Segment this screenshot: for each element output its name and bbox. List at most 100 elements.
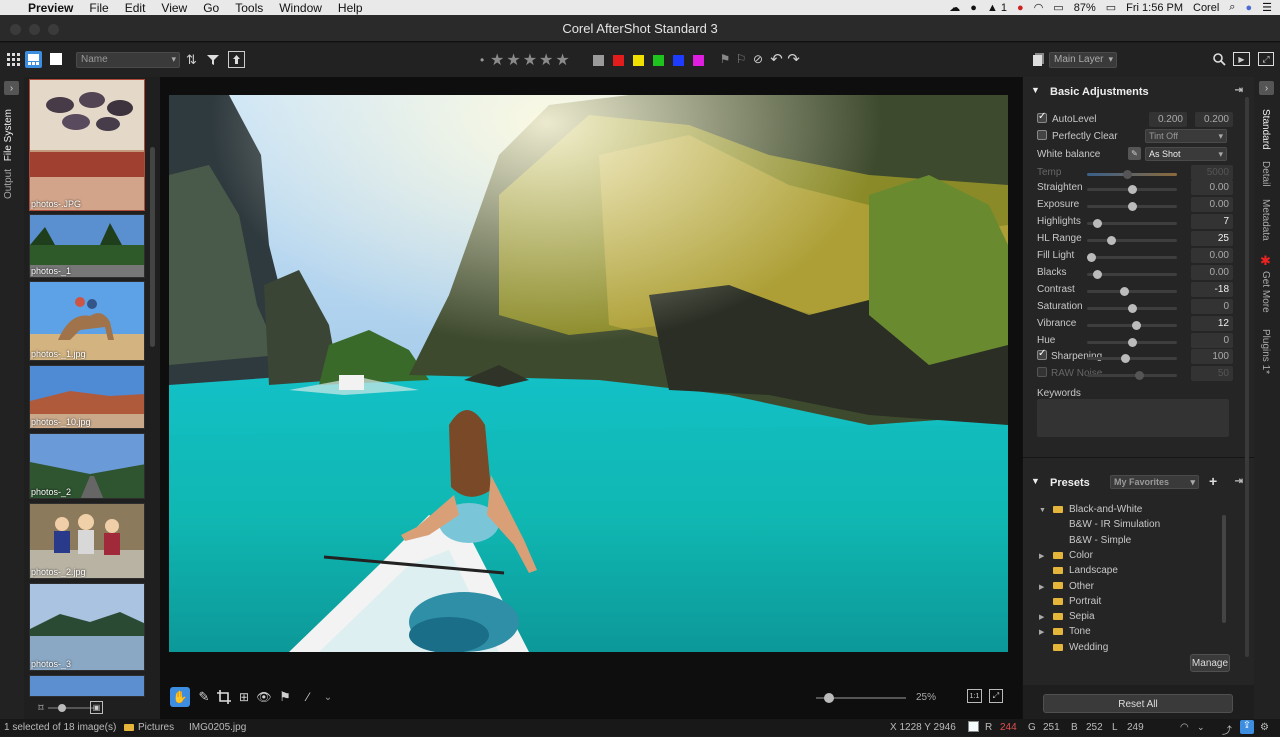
slider-value[interactable]: 0.00: [1191, 265, 1233, 280]
expand-triangle-icon[interactable]: ▼: [1039, 507, 1053, 514]
expand-left-icon[interactable]: ›: [4, 81, 19, 95]
slider-track[interactable]: [1087, 185, 1177, 194]
raw-noise-slider[interactable]: [1087, 371, 1177, 380]
battery-percent[interactable]: 87%: [1074, 2, 1096, 14]
menu-go[interactable]: Go: [195, 1, 227, 15]
tab-output[interactable]: Output: [3, 169, 14, 199]
raw-noise-checkbox[interactable]: [1037, 367, 1047, 377]
search-icon[interactable]: [1212, 52, 1227, 67]
clock[interactable]: Fri 1:56 PM: [1126, 2, 1183, 14]
slider-knob[interactable]: [1120, 287, 1129, 296]
thumbnail[interactable]: photos-_2.jpg: [29, 503, 145, 579]
fit-screen-icon[interactable]: ⤢: [989, 689, 1003, 703]
single-view-icon[interactable]: [50, 53, 62, 65]
sharpening-checkbox[interactable]: [1037, 348, 1047, 360]
thumb-size-slider[interactable]: [48, 704, 94, 712]
cloud-icon[interactable]: ☁: [949, 1, 960, 14]
thumb-size-knob[interactable]: [58, 704, 66, 712]
temp-slider[interactable]: [1087, 170, 1177, 179]
star-3-icon[interactable]: ★: [523, 50, 537, 70]
collapse-right-icon[interactable]: ›: [1259, 81, 1274, 95]
layer-select[interactable]: Main Layer ▾: [1049, 52, 1117, 68]
unflag-icon[interactable]: ⊘: [751, 52, 765, 66]
large-thumbs-icon[interactable]: ▣: [90, 701, 103, 714]
small-thumbs-icon[interactable]: ⌑: [34, 701, 48, 715]
sort-select[interactable]: Name ▾: [76, 52, 180, 68]
wifi-icon[interactable]: ◠: [1034, 1, 1044, 14]
expand-triangle-icon[interactable]: ▶: [1039, 613, 1053, 621]
slider-track[interactable]: [1087, 202, 1177, 211]
slider-knob[interactable]: [1128, 304, 1137, 313]
slider-track[interactable]: [1087, 338, 1177, 347]
preset-item[interactable]: Portrait: [1039, 596, 1239, 611]
slider-value[interactable]: 0: [1191, 333, 1233, 348]
brush-icon[interactable]: ⁄: [300, 689, 316, 705]
keywords-field[interactable]: [1037, 399, 1229, 437]
tab-file-system[interactable]: File System: [3, 109, 14, 161]
filmstrip-view-icon[interactable]: [25, 51, 42, 68]
display-icon[interactable]: ▭: [1053, 1, 1063, 14]
slider-value[interactable]: 0.00: [1191, 180, 1233, 195]
color-label-yellow[interactable]: [633, 55, 644, 66]
menu-file[interactable]: File: [81, 1, 116, 15]
manage-presets-button[interactable]: Manage: [1190, 654, 1230, 672]
preset-item[interactable]: ▶ Sepia: [1039, 611, 1239, 626]
siri-icon[interactable]: ●: [1245, 2, 1252, 14]
status-icon[interactable]: ●: [970, 2, 977, 14]
slider-track[interactable]: [1087, 270, 1177, 279]
flag-icon[interactable]: ⚑: [718, 52, 732, 66]
preset-item[interactable]: Landscape: [1039, 565, 1239, 580]
expand-triangle-icon[interactable]: ▶: [1039, 628, 1053, 636]
autolevel-checkbox[interactable]: [1037, 111, 1047, 123]
slider-knob[interactable]: [1132, 321, 1141, 330]
presets-scrollbar[interactable]: [1222, 515, 1226, 623]
eyedropper-icon[interactable]: ✎: [196, 689, 212, 705]
add-preset-icon[interactable]: +: [1209, 473, 1217, 489]
region-icon[interactable]: ⚑: [276, 689, 294, 705]
raw-noise-knob[interactable]: [1135, 371, 1144, 380]
star-2-icon[interactable]: ★: [506, 50, 520, 70]
slider-track[interactable]: [1087, 304, 1177, 313]
slider-track[interactable]: [1087, 287, 1177, 296]
white-balance-select[interactable]: As Shot ▾: [1145, 147, 1227, 161]
slider-value[interactable]: 0.00: [1191, 248, 1233, 263]
app-menu[interactable]: Preview: [20, 1, 81, 15]
color-label-red[interactable]: [613, 55, 624, 66]
slider-track[interactable]: [1087, 321, 1177, 330]
preset-item[interactable]: ▶ Color: [1039, 550, 1239, 565]
slider-value[interactable]: 7: [1191, 214, 1233, 229]
raw-noise-value[interactable]: 50: [1191, 366, 1233, 381]
presets-select[interactable]: My Favorites ▾: [1110, 475, 1199, 489]
thumbnail[interactable]: photos-_10.jpg: [29, 365, 145, 429]
current-folder[interactable]: Pictures: [138, 722, 174, 733]
star-4-icon[interactable]: ★: [539, 50, 553, 70]
sharpening-value[interactable]: 100: [1191, 349, 1233, 364]
main-photo[interactable]: [169, 95, 1008, 652]
perfectly-clear-checkbox[interactable]: [1037, 130, 1047, 140]
temp-value[interactable]: 5000: [1191, 165, 1233, 180]
user-name[interactable]: Corel: [1193, 2, 1219, 14]
chevron-down-icon[interactable]: ⌄: [1197, 722, 1205, 733]
autolevel-value-1[interactable]: 0.200: [1149, 112, 1187, 127]
pin-icon[interactable]: ⇥: [1235, 85, 1243, 96]
redeye-icon[interactable]: 👁: [256, 689, 272, 705]
filter-icon[interactable]: [205, 52, 220, 67]
expand-triangle-icon[interactable]: ▶: [1039, 552, 1053, 560]
menu-window[interactable]: Window: [271, 1, 330, 15]
rating-clear-dot[interactable]: •: [480, 53, 484, 67]
record-icon[interactable]: ●: [1017, 2, 1024, 14]
crop-icon[interactable]: [216, 689, 232, 705]
tab-standard[interactable]: Standard: [1260, 109, 1271, 150]
filmstrip-scrollbar[interactable]: [150, 147, 155, 347]
slider-knob[interactable]: [1128, 202, 1137, 211]
rotate-right-icon[interactable]: ↷: [786, 51, 801, 68]
battery-icon[interactable]: ▭: [1106, 1, 1116, 14]
layer-icon[interactable]: [1032, 52, 1045, 67]
autolevel-value-2[interactable]: 0.200: [1195, 112, 1233, 127]
fullscreen-icon[interactable]: ⤢: [1258, 52, 1274, 66]
sort-direction-icon[interactable]: ⇅: [184, 52, 199, 67]
slider-knob[interactable]: [1128, 185, 1137, 194]
thumbnail[interactable]: photos-.JPG: [29, 79, 145, 211]
slider-knob[interactable]: [1087, 253, 1096, 262]
basic-adjustments-header[interactable]: ▼ Basic Adjustments ⇥: [1023, 83, 1255, 109]
